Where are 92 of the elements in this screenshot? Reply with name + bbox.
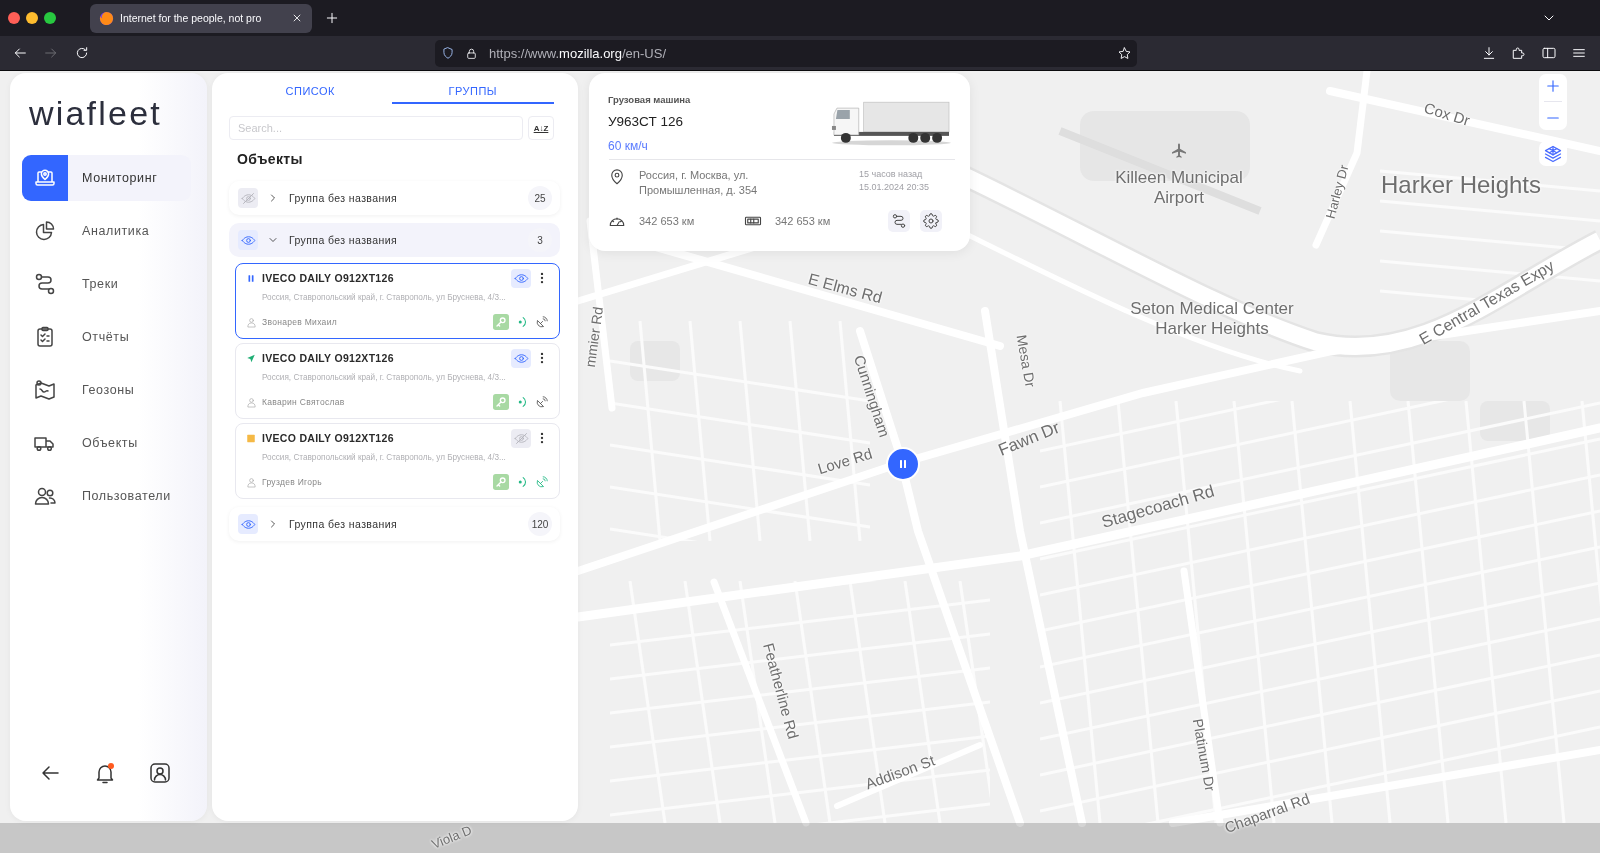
new-tab-icon[interactable]	[324, 10, 340, 26]
nav-item[interactable]: Треки	[22, 261, 191, 307]
vehicle-address: Россия, г. Москва, ул. Промышленная, д. 354	[639, 168, 759, 198]
route-button[interactable]	[888, 210, 910, 232]
object-title: IVECO DAILY O912XT126	[262, 272, 395, 284]
reload-icon[interactable]	[74, 45, 90, 61]
browser-tab[interactable]: Internet for the people, not pro	[90, 3, 312, 33]
airplane-icon	[1170, 142, 1188, 160]
timestamp: 15.01.2024 20:35	[859, 181, 931, 194]
pie-chart-icon	[33, 219, 57, 243]
key-icon	[493, 474, 509, 490]
map-label: Mesa Dr	[1013, 333, 1039, 389]
map-label: Platinum Dr	[1189, 717, 1219, 793]
layers-button[interactable]	[1539, 141, 1567, 166]
object-address: Россия, Ставропольский край, г. Ставрополь, ул Бруснева, 4/3...	[262, 452, 507, 464]
key-icon	[493, 314, 509, 330]
nav-item[interactable]: Отчёты	[22, 314, 191, 360]
browser-logo-icon	[99, 10, 114, 26]
eye-off-icon	[513, 430, 529, 446]
vehicle-marker-icon[interactable]	[886, 447, 920, 481]
layers-icon	[1543, 143, 1563, 164]
eye-off-icon	[240, 190, 256, 206]
map-label: Cox Dr	[1422, 98, 1472, 130]
map-label: Harker Heights	[1380, 171, 1542, 199]
object-address: Россия, Ставропольский край, г. Ставрополь, ул Бруснева, 4/3...	[262, 292, 507, 304]
odometer-value: 342 653 км	[639, 215, 695, 227]
settings-icon	[923, 213, 939, 229]
driver-name: Груздев Игорь	[262, 477, 323, 487]
person-icon	[246, 396, 257, 408]
object-address: Россия, Ставропольский край, г. Ставрополь, ул Бруснева, 4/3...	[262, 372, 507, 384]
vehicle-type: Грузовая машина	[608, 94, 691, 106]
visibility-toggle[interactable]	[511, 348, 531, 368]
map-label: Fawn Dr	[995, 417, 1063, 461]
map-label: Harley Dr	[1323, 163, 1353, 221]
window-close-icon[interactable]	[8, 12, 20, 24]
object-title: IVECO DAILY O912XT126	[262, 432, 395, 444]
group-row[interactable]: Группа без названия 3	[229, 223, 560, 257]
visibility-toggle[interactable]	[511, 268, 531, 288]
map-label: Love Rd	[815, 444, 875, 478]
star-icon[interactable]	[1117, 45, 1132, 61]
map-label: mmier Rd	[581, 305, 607, 369]
person-icon	[246, 316, 257, 328]
visibility-toggle[interactable]	[238, 230, 258, 250]
person-icon	[246, 476, 257, 488]
object-card[interactable]: IVECO DAILY O912XT126 Россия, Ставропольский край, г. Ставрополь, ул Бруснева, 4/3... Груздев Игорь	[235, 423, 560, 499]
window-zoom-icon[interactable]	[44, 12, 56, 24]
visibility-toggle[interactable]	[511, 428, 531, 448]
settings-button[interactable]	[920, 210, 942, 232]
group-row[interactable]: Группа без названия 120	[229, 507, 560, 541]
group-row[interactable]: Группа без названия 25	[229, 181, 560, 215]
nav-item[interactable]: Геозоны	[22, 367, 191, 413]
visibility-toggle[interactable]	[238, 514, 258, 534]
sidebar-icon[interactable]	[1541, 45, 1557, 61]
puzzle-icon[interactable]	[1511, 45, 1527, 61]
tab[interactable]: ГРУППЫ	[391, 79, 554, 104]
nav-item[interactable]: Пользователи	[22, 473, 191, 519]
map-label: Killeen Municipal Airport	[1114, 168, 1244, 208]
map-label: E Elms Rd	[806, 270, 884, 308]
counter-value: 342 653 км	[775, 215, 831, 227]
speed-value: 60 км/ч	[608, 139, 649, 153]
nav-item[interactable]: Аналитика	[22, 208, 191, 254]
object-title: IVECO DAILY O912XT126	[262, 352, 395, 364]
window-minimize-icon[interactable]	[26, 12, 38, 24]
back-icon[interactable]	[12, 45, 28, 61]
key-icon	[493, 394, 509, 410]
count-badge: 25	[528, 186, 552, 210]
object-card[interactable]: IVECO DAILY O912XT126 Россия, Ставропольский край, г. Ставрополь, ул Бруснева, 4/3... Каварин Святослав	[235, 343, 560, 419]
map-icon	[33, 378, 57, 402]
driver-name: Каварин Святослав	[262, 397, 345, 407]
route-icon	[891, 213, 907, 229]
map-label: Viola D	[429, 823, 475, 853]
shield-icon	[441, 46, 455, 60]
visibility-toggle[interactable]	[238, 188, 258, 208]
driver-name: Звонарев Михаил	[262, 317, 337, 327]
user-square-icon[interactable]	[148, 761, 172, 785]
address-bar[interactable]: https://www.mozilla.org/en-US/	[435, 39, 1137, 67]
count-badge: 120	[528, 512, 552, 536]
download-icon[interactable]	[1481, 45, 1497, 61]
laptop-pin-icon	[22, 155, 68, 201]
logo-text: wiafleet	[28, 93, 163, 133]
nav-item[interactable]: Объекты	[22, 420, 191, 466]
section-heading: Объекты	[237, 151, 304, 168]
route-icon	[33, 272, 57, 296]
sort-button[interactable]: A↓Z	[528, 116, 554, 140]
location-pin-icon	[608, 168, 626, 186]
object-card[interactable]: IVECO DAILY O912XT126 Россия, Ставропольский край, г. Ставрополь, ул Бруснева, 4/3... Звонарев Михаил	[235, 263, 560, 339]
lock-icon	[465, 46, 478, 60]
tab[interactable]: СПИСОК	[229, 79, 392, 104]
map-label: Seton Medical Center Harker Heights	[1129, 299, 1295, 339]
plate-number: У963СТ 126	[608, 114, 684, 130]
nav-item[interactable]: Мониторинг	[22, 155, 191, 201]
time-ago: 15 часов назад	[859, 168, 924, 181]
